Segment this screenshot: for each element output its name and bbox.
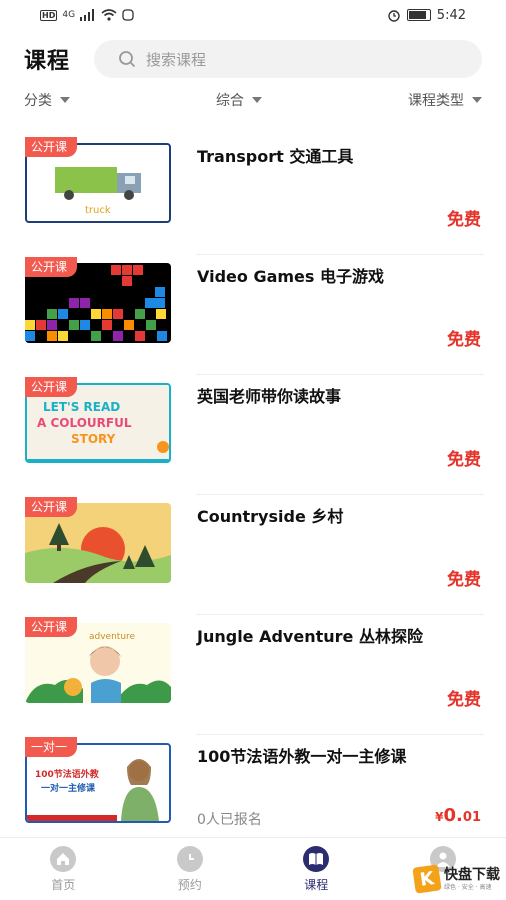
tab-booking[interactable]: 预约 — [127, 838, 254, 900]
course-price: 免费 — [447, 330, 481, 350]
filter-label: 综合 — [216, 93, 244, 109]
search-input[interactable]: 搜索课程 — [94, 40, 482, 78]
course-price: ¥0.01 — [435, 805, 481, 826]
filter-sort[interactable]: 综合 — [216, 90, 262, 110]
filter-bar: 分类 综合 课程类型 — [0, 88, 506, 112]
page-title: 课程 — [24, 49, 71, 74]
search-placeholder: 搜索课程 — [146, 50, 207, 69]
thumb-text-line1: LET'S READ — [43, 400, 120, 414]
battery-icon — [406, 9, 431, 21]
tab-label: 课程 — [304, 877, 329, 892]
home-icon — [50, 845, 77, 872]
course-price: 免费 — [447, 690, 481, 710]
caret-down-icon — [472, 97, 482, 103]
signal-icon — [80, 9, 95, 21]
book-icon — [303, 845, 330, 872]
course-title: Countryside 乡村 — [197, 507, 344, 526]
thumb-text-line3: STORY — [71, 432, 116, 446]
wifi-icon — [101, 9, 117, 21]
price-main: 0. — [443, 805, 463, 826]
thumb-text-line1: 100节法语外教 — [35, 768, 100, 780]
course-list: 公开课 truck Transport 交通工具 免费 公开课 Video Ga… — [0, 135, 506, 855]
clock-icon — [176, 845, 203, 872]
course-title: Jungle Adventure 丛林探险 — [197, 627, 423, 646]
course-badge: 公开课 — [25, 377, 78, 397]
course-badge: 公开课 — [25, 137, 78, 157]
thumb-text: adventure — [89, 632, 136, 642]
watermark-subtext: 绿色 · 安全 · 高速 — [444, 883, 492, 891]
tab-home[interactable]: 首页 — [0, 838, 127, 900]
status-right: 5:42 — [387, 8, 466, 23]
tab-courses[interactable]: 课程 — [253, 838, 380, 900]
course-item[interactable]: 公开课 truck Transport 交通工具 免费 — [0, 135, 506, 255]
course-item[interactable]: 公开课 LET'S READ A COLOURFUL STORY 英国老师带你读… — [0, 375, 506, 495]
nfc-icon — [122, 9, 134, 21]
thumb-text-line2: 一对一主修课 — [41, 782, 96, 794]
alarm-icon — [388, 10, 400, 22]
search-icon — [119, 51, 136, 68]
enrolled-count: 0人已报名 — [197, 812, 262, 828]
status-time: 5:42 — [436, 7, 466, 23]
course-item[interactable]: 公开课 Video Games 电子游戏 免费 — [0, 255, 506, 375]
truck-caption: truck — [85, 205, 111, 216]
status-left: HD 4G — [40, 9, 134, 21]
thumb-text-line2: A COLOURFUL — [37, 416, 132, 430]
tab-label: 预约 — [177, 877, 202, 892]
course-title: 英国老师带你读故事 — [197, 387, 342, 406]
course-title: 100节法语外教一对一主修课 — [197, 747, 407, 766]
filter-course-type[interactable]: 课程类型 — [408, 90, 482, 110]
status-bar: HD 4G 5:42 — [0, 0, 506, 30]
caret-down-icon — [60, 97, 70, 103]
hd-icon: HD — [40, 9, 58, 21]
watermark-mark: K — [412, 864, 442, 894]
course-item[interactable]: 公开课 Countryside 乡村 免费 — [0, 495, 506, 615]
filter-label: 分类 — [24, 93, 52, 109]
course-price: 免费 — [447, 570, 481, 590]
course-badge: 一对一 — [25, 737, 78, 757]
watermark-text: 快盘下载 — [444, 866, 500, 883]
course-item[interactable]: 公开课 adventure Jungle Adventure 丛林探险 免费 — [0, 615, 506, 735]
course-title: Video Games 电子游戏 — [197, 267, 385, 286]
currency-symbol: ¥ — [435, 810, 444, 824]
course-price: 免费 — [447, 210, 481, 230]
course-badge: 公开课 — [25, 257, 78, 277]
filter-label: 课程类型 — [408, 93, 464, 109]
filter-category[interactable]: 分类 — [24, 90, 70, 110]
course-badge: 公开课 — [25, 497, 78, 517]
price-cents: 01 — [462, 810, 481, 825]
header: 课程 搜索课程 — [0, 30, 506, 88]
signal-label: 4G — [62, 10, 76, 20]
watermark-logo: K 快盘下载 绿色 · 安全 · 高速 — [412, 864, 500, 894]
course-badge: 公开课 — [25, 617, 78, 637]
tab-label: 首页 — [51, 877, 76, 892]
caret-down-icon — [252, 97, 262, 103]
course-price: 免费 — [447, 450, 481, 470]
course-title: Transport 交通工具 — [197, 147, 354, 166]
